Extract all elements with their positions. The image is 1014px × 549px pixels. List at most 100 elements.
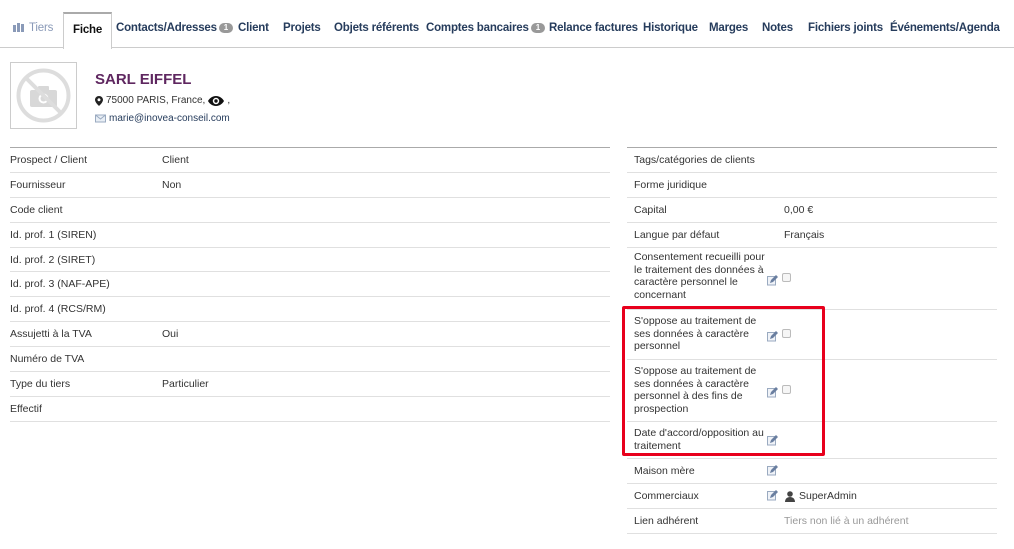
field-value: Oui [162, 328, 179, 341]
commercial-user-link[interactable]: SuperAdmin [785, 490, 857, 502]
field-row-numero-tva: Numéro de TVA [10, 347, 610, 373]
tab-objets-referents[interactable]: Objets référents [334, 14, 419, 48]
company-address: 75000 PARIS, France, , [95, 95, 230, 106]
tab-relance-factures[interactable]: Relance factures [549, 14, 638, 48]
right-fields-table: Tags/catégories de clients Forme juridiq… [627, 147, 997, 534]
field-row-siret: Id. prof. 2 (SIRET) [10, 248, 610, 273]
oppose1-checkbox[interactable] [782, 329, 791, 341]
tab-historique[interactable]: Historique [643, 14, 698, 48]
field-row-fournisseur: Fournisseur Non [10, 173, 610, 198]
field-row-type-tiers: Type du tiers Particulier [10, 372, 610, 397]
tab-objets-label: Objets référents [334, 22, 419, 34]
company-email[interactable]: marie@inovea-conseil.com [95, 113, 230, 124]
checkbox-box [782, 385, 791, 394]
field-row-siren: Id. prof. 1 (SIREN) [10, 223, 610, 248]
field-row-consentement: Consentement recueilli pour le traitemen… [627, 248, 997, 310]
tab-fichiers-joints[interactable]: Fichiers joints [808, 14, 883, 48]
field-row-code-client: Code client [10, 198, 610, 223]
tab-tiers[interactable]: Tiers [13, 14, 53, 48]
edit-oppose1-button[interactable] [767, 331, 778, 345]
tab-fichiers-label: Fichiers joints [808, 22, 883, 34]
field-row-maison-mere: Maison mère [627, 459, 997, 484]
address-text: 75000 PARIS, France, [106, 95, 206, 106]
field-label: Type du tiers [10, 378, 71, 391]
tab-fiche-label: Fiche [73, 24, 103, 36]
field-label: Numéro de TVA [10, 353, 85, 366]
field-value: Particulier [162, 378, 209, 391]
field-label: Maison mère [634, 465, 695, 477]
field-label: Id. prof. 1 (SIREN) [10, 228, 97, 241]
edit-consent-button[interactable] [767, 275, 778, 289]
checkbox-box [782, 329, 791, 338]
field-label: Lien adhérent [634, 515, 699, 527]
field-row-capital: Capital 0,00 € [627, 198, 997, 223]
tab-marges-label: Marges [709, 22, 749, 34]
field-label: Assujetti à la TVA [10, 328, 92, 341]
tab-tiers-label: Tiers [29, 22, 54, 34]
company-photo-placeholder[interactable] [10, 62, 77, 129]
eye-icon[interactable] [208, 95, 225, 106]
field-value: Non [162, 178, 182, 191]
left-fields-table: Prospect / Client Client Fournisseur Non C… [10, 147, 610, 422]
field-label: S'oppose au traitement de ses données à … [634, 365, 757, 415]
tab-evenements-label: Événements/Agenda [890, 22, 1000, 34]
field-row-effectif: Effectif [10, 397, 610, 422]
field-row-lien-adherent: Lien adhérent Tiers non lié à un adhéren… [627, 509, 997, 534]
tab-bar: Tiers Fiche Contacts/Adresses 1 Client Pr… [0, 0, 1014, 49]
field-row-naf-ape: Id. prof. 3 (NAF-APE) [10, 272, 610, 298]
address-suffix: , [227, 95, 231, 106]
tiers-icon [13, 23, 25, 32]
field-row-rcs-rm: Id. prof. 4 (RCS/RM) [10, 297, 610, 323]
tab-client[interactable]: Client [238, 14, 269, 48]
map-marker-icon [95, 95, 103, 106]
consent-checkbox[interactable] [782, 273, 791, 285]
tab-comptes-bancaires[interactable]: Comptes bancaires 1 [426, 14, 545, 48]
email-text: marie@inovea-conseil.com [109, 113, 230, 124]
field-value: Client [162, 154, 189, 166]
oppose2-checkbox[interactable] [782, 385, 791, 397]
field-row-commerciaux: Commerciaux SuperAdmin [627, 484, 997, 509]
edit-oppose2-button[interactable] [767, 387, 778, 401]
field-value: Français [784, 229, 825, 241]
tab-projets-label: Projets [283, 22, 321, 34]
field-label: Commerciaux [634, 490, 699, 502]
field-label: Date d'accord/opposition au traitement [634, 427, 764, 452]
email-icon [95, 114, 106, 123]
tab-contacts-adresses[interactable]: Contacts/Adresses 1 [116, 14, 234, 48]
field-value: Tiers non lié à un adhérent [784, 515, 909, 527]
field-value: 0,00 € [784, 204, 814, 216]
edit-commerciaux-button[interactable] [767, 490, 778, 504]
edit-maison-mere-button[interactable] [767, 465, 778, 479]
edit-icon [767, 387, 778, 398]
checkbox-box [782, 273, 791, 282]
tab-notes-label: Notes [762, 22, 793, 34]
tab-historique-label: Historique [643, 22, 698, 34]
field-label: Consentement recueilli pour le traitemen… [634, 251, 765, 301]
field-row-oppose-prospection: S'oppose au traitement de ses données à … [627, 360, 997, 422]
field-label: Forme juridique [634, 179, 707, 191]
no-photo-icon [16, 68, 71, 123]
field-label: Id. prof. 3 (NAF-APE) [10, 278, 110, 291]
tab-marges[interactable]: Marges [709, 14, 748, 48]
tab-client-label: Client [238, 22, 269, 34]
tab-projets[interactable]: Projets [283, 14, 321, 48]
tab-relance-label: Relance factures [549, 22, 638, 34]
field-row-langue: Langue par défaut Français [627, 223, 997, 248]
company-name: SARL EIFFEL [95, 71, 192, 88]
edit-date-accord-button[interactable] [767, 435, 778, 449]
field-label: Id. prof. 2 (SIRET) [10, 253, 96, 266]
field-row-tags: Tags/catégories de clients [627, 148, 997, 173]
tab-notes[interactable]: Notes [762, 14, 793, 48]
edit-icon [767, 435, 778, 446]
field-label: Prospect / Client [10, 154, 88, 166]
user-icon [785, 490, 795, 502]
tab-comptes-label: Comptes bancaires [426, 22, 529, 34]
tab-fiche[interactable]: Fiche [63, 12, 113, 49]
edit-icon [767, 331, 778, 342]
field-label: Id. prof. 4 (RCS/RM) [10, 303, 106, 316]
comptes-count-badge: 1 [530, 23, 545, 33]
field-label: Effectif [10, 402, 42, 415]
tab-evenements-agenda[interactable]: Événements/Agenda [890, 14, 1000, 48]
edit-icon [767, 275, 778, 286]
field-label: Tags/catégories de clients [634, 154, 755, 166]
